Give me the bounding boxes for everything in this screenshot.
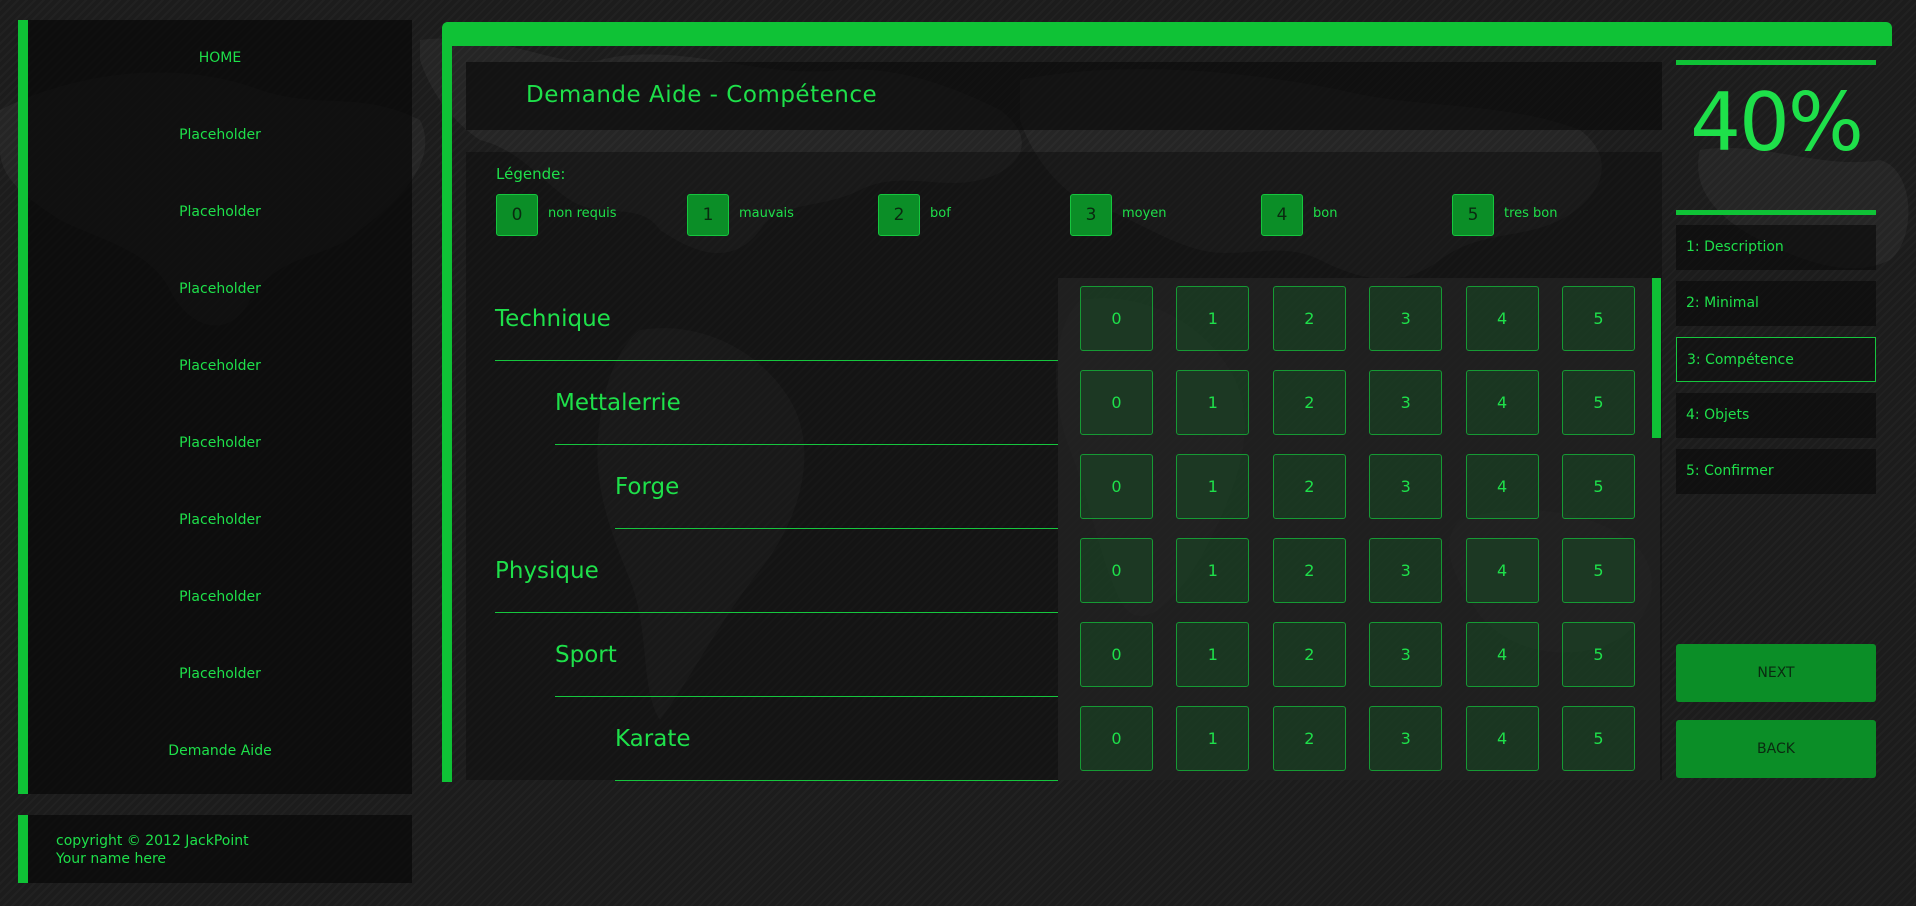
page-header: Demande Aide - Compétence [466, 62, 1662, 130]
page-title: Demande Aide - Compétence [526, 82, 878, 108]
rating-cell[interactable]: 0 [1080, 370, 1153, 435]
scrollbar[interactable] [1652, 278, 1661, 438]
skill-name: Mettalerrie [555, 390, 681, 416]
back-button[interactable]: BACK [1676, 720, 1876, 778]
nav-item-placeholder-1[interactable]: Placeholder [28, 127, 412, 143]
skill-underline [555, 444, 1058, 445]
skill-underline [615, 780, 1058, 781]
step-minimal[interactable]: 2: Minimal [1676, 281, 1876, 326]
nav-item-placeholder-6[interactable]: Placeholder [28, 512, 412, 528]
rating-grid-panel [1058, 278, 1660, 780]
rating-cell[interactable]: 2 [1272, 286, 1346, 351]
rating-cell[interactable]: 0 [1080, 286, 1153, 351]
rating-cell[interactable]: 5 [1562, 286, 1635, 351]
nav-item-placeholder-7[interactable]: Placeholder [28, 589, 412, 605]
legend-label: moyen [1122, 206, 1167, 221]
rating-cell[interactable]: 2 [1272, 454, 1346, 519]
rating-cell[interactable]: 5 [1562, 706, 1635, 771]
rating-cell[interactable]: 3 [1369, 706, 1443, 771]
nav-item-home[interactable]: HOME [28, 50, 412, 66]
nav-item-placeholder-4[interactable]: Placeholder [28, 358, 412, 374]
next-button[interactable]: NEXT [1676, 644, 1876, 702]
step-competence[interactable]: 3: Compétence [1676, 337, 1876, 382]
rating-cell[interactable]: 5 [1562, 370, 1635, 435]
legend-chip: 1 [687, 194, 729, 236]
rating-cell[interactable]: 1 [1176, 286, 1250, 351]
legend-chip: 0 [496, 194, 538, 236]
legend-label: tres bon [1504, 206, 1558, 221]
legend-title: Légende: [496, 165, 566, 183]
skill-underline [495, 360, 1058, 361]
legend-label: bon [1313, 206, 1338, 221]
rating-cell[interactable]: 3 [1369, 454, 1443, 519]
rating-cell[interactable]: 0 [1080, 706, 1153, 771]
rating-cell[interactable]: 1 [1176, 370, 1250, 435]
rating-cell[interactable]: 3 [1369, 370, 1443, 435]
footer-accent-bar [18, 815, 28, 883]
legend-chip: 2 [878, 194, 920, 236]
progress-percent: 40% [1690, 76, 1864, 169]
rating-cell[interactable]: 1 [1176, 706, 1250, 771]
rating-cell[interactable]: 0 [1080, 454, 1153, 519]
rating-cell[interactable]: 2 [1272, 706, 1346, 771]
legend-chip: 5 [1452, 194, 1494, 236]
rating-cell[interactable]: 0 [1080, 538, 1153, 603]
rating-cell[interactable]: 2 [1272, 622, 1346, 687]
rating-cell[interactable]: 3 [1369, 538, 1443, 603]
nav-item-placeholder-5[interactable]: Placeholder [28, 435, 412, 451]
sidebar-accent-bar [18, 20, 28, 794]
nav-item-placeholder-2[interactable]: Placeholder [28, 204, 412, 220]
rating-cell[interactable]: 3 [1369, 286, 1443, 351]
rating-cell[interactable]: 3 [1369, 622, 1443, 687]
rating-cell[interactable]: 5 [1562, 538, 1635, 603]
legend-chip: 4 [1261, 194, 1303, 236]
legend-label: bof [930, 206, 951, 221]
skill-name: Physique [495, 558, 599, 584]
rating-cell[interactable]: 4 [1465, 454, 1539, 519]
skill-name: Technique [495, 306, 611, 332]
step-confirmer[interactable]: 5: Confirmer [1676, 449, 1876, 494]
rating-cell[interactable]: 0 [1080, 622, 1153, 687]
skill-underline [495, 612, 1058, 613]
rating-cell[interactable]: 4 [1465, 370, 1539, 435]
progress-bottom-bar [1676, 210, 1876, 215]
legend-label: non requis [548, 206, 617, 221]
nav-item-demande-aide[interactable]: Demande Aide [28, 743, 412, 759]
rating-cell[interactable]: 1 [1176, 538, 1250, 603]
rating-cell[interactable]: 2 [1272, 538, 1346, 603]
rating-cell[interactable]: 4 [1465, 706, 1539, 771]
author-text: Your name here [56, 851, 167, 867]
progress-top-bar [1676, 60, 1876, 65]
copyright-text: copyright © 2012 JackPoint [56, 833, 249, 849]
skill-name: Sport [555, 642, 617, 668]
footer: copyright © 2012 JackPoint Your name her… [18, 815, 412, 883]
rating-cell[interactable]: 4 [1465, 538, 1539, 603]
rating-cell[interactable]: 1 [1176, 622, 1250, 687]
rating-cell[interactable]: 5 [1562, 622, 1635, 687]
skill-name: Forge [615, 474, 680, 500]
rating-cell[interactable]: 2 [1272, 370, 1346, 435]
nav-item-placeholder-3[interactable]: Placeholder [28, 281, 412, 297]
sidebar: HOME Placeholder Placeholder Placeholder… [18, 20, 412, 794]
rating-cell[interactable]: 5 [1562, 454, 1635, 519]
legend-label: mauvais [739, 206, 794, 221]
nav-item-placeholder-8[interactable]: Placeholder [28, 666, 412, 682]
step-description[interactable]: 1: Description [1676, 225, 1876, 270]
rating-cell[interactable]: 4 [1465, 622, 1539, 687]
legend-chip: 3 [1070, 194, 1112, 236]
skill-name: Karate [615, 726, 691, 752]
step-objets[interactable]: 4: Objets [1676, 393, 1876, 438]
rating-cell[interactable]: 4 [1465, 286, 1539, 351]
rating-cell[interactable]: 1 [1176, 454, 1250, 519]
skill-underline [615, 528, 1058, 529]
skill-underline [555, 696, 1058, 697]
